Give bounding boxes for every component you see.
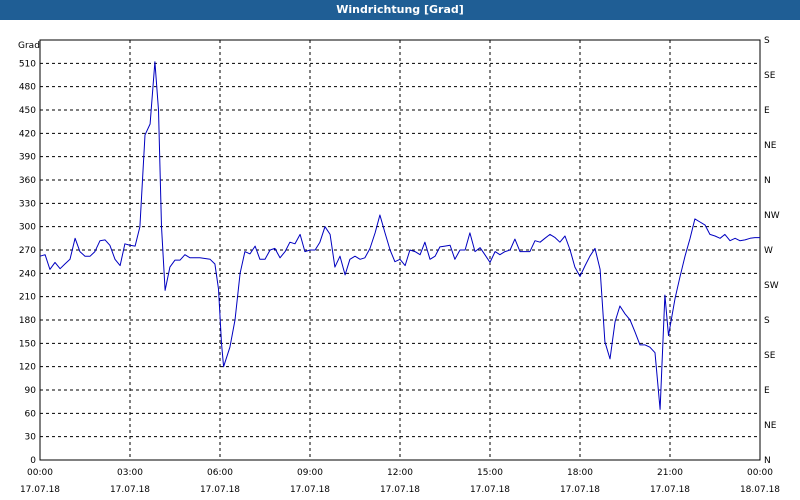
x-tick-time: 00:00 — [747, 468, 773, 478]
y-tick-label: 60 — [25, 409, 37, 419]
y2-tick-label: SW — [764, 281, 779, 291]
x-tick-time: 03:00 — [117, 468, 143, 478]
y-tick-label: 90 — [25, 386, 37, 396]
x-tick-time: 21:00 — [657, 468, 683, 478]
y-tick-label: 330 — [19, 199, 36, 209]
x-tick-date: 17.07.18 — [20, 485, 60, 495]
y-axis-ticks: 0 30 60 90 120 150 180 210 240 270 300 330 360 390 420… — [19, 59, 36, 466]
y-tick-label: 510 — [19, 59, 36, 69]
x-tick-date: 17.07.18 — [470, 485, 510, 495]
x-tick-time: 06:00 — [207, 468, 233, 478]
x-axis-ticks: 00:00 17.07.18 03:00 17.07.18 06:00 17.07.18 0… — [20, 468, 780, 495]
x-tick-date: 17.07.18 — [380, 485, 420, 495]
chart-window: Windrichtung [Grad] Grad 0 30 60 90 120 150 18… — [0, 0, 800, 500]
x-tick-date: 17.07.18 — [290, 485, 330, 495]
y2-tick-label: NE — [764, 141, 777, 151]
y2-tick-label: NE — [764, 421, 777, 431]
y-tick-label: 270 — [19, 246, 36, 256]
y2-tick-label: E — [764, 386, 770, 396]
x-tick-time: 12:00 — [387, 468, 413, 478]
y2-tick-label: SE — [764, 351, 776, 361]
y-tick-label: 180 — [19, 316, 36, 326]
y2-tick-label: W — [764, 246, 773, 256]
x-tick-date: 17.07.18 — [200, 485, 240, 495]
y-tick-label: 420 — [19, 129, 36, 139]
y-tick-label: 150 — [19, 339, 36, 349]
x-tick-date: 17.07.18 — [560, 485, 600, 495]
y-axis-label: Grad — [18, 41, 40, 51]
y2-axis-ticks: N NE E SE S SW W NW N NE E SE S — [764, 36, 780, 466]
x-tick-date: 18.07.18 — [740, 485, 780, 495]
x-tick-date: 17.07.18 — [110, 485, 150, 495]
y-tick-label: 360 — [19, 176, 36, 186]
x-tick-date: 17.07.18 — [650, 485, 690, 495]
y2-tick-label: N — [764, 456, 771, 466]
y-tick-label: 480 — [19, 83, 36, 93]
y-tick-label: 210 — [19, 293, 36, 303]
y-tick-label: 300 — [19, 223, 36, 233]
y2-tick-label: SE — [764, 71, 776, 81]
y2-tick-label: E — [764, 106, 770, 116]
line-chart: Grad 0 30 60 90 120 150 180 210 240 270 300 330 360 3… — [18, 36, 780, 495]
y2-tick-label: N — [764, 176, 771, 186]
x-tick-time: 00:00 — [27, 468, 53, 478]
y-tick-label: 390 — [19, 153, 36, 163]
window-title: Windrichtung [Grad] — [0, 0, 800, 20]
y-tick-label: 450 — [19, 106, 36, 116]
x-tick-time: 15:00 — [477, 468, 503, 478]
y2-tick-label: S — [764, 316, 770, 326]
y2-tick-label: S — [764, 36, 770, 46]
x-tick-time: 18:00 — [567, 468, 593, 478]
x-tick-time: 09:00 — [297, 468, 323, 478]
y-tick-label: 0 — [30, 456, 36, 466]
y-tick-label: 120 — [19, 363, 36, 373]
y-tick-label: 30 — [25, 433, 37, 443]
y-tick-label: 240 — [19, 269, 36, 279]
grid-lines — [40, 40, 760, 460]
y2-tick-label: NW — [764, 211, 780, 221]
